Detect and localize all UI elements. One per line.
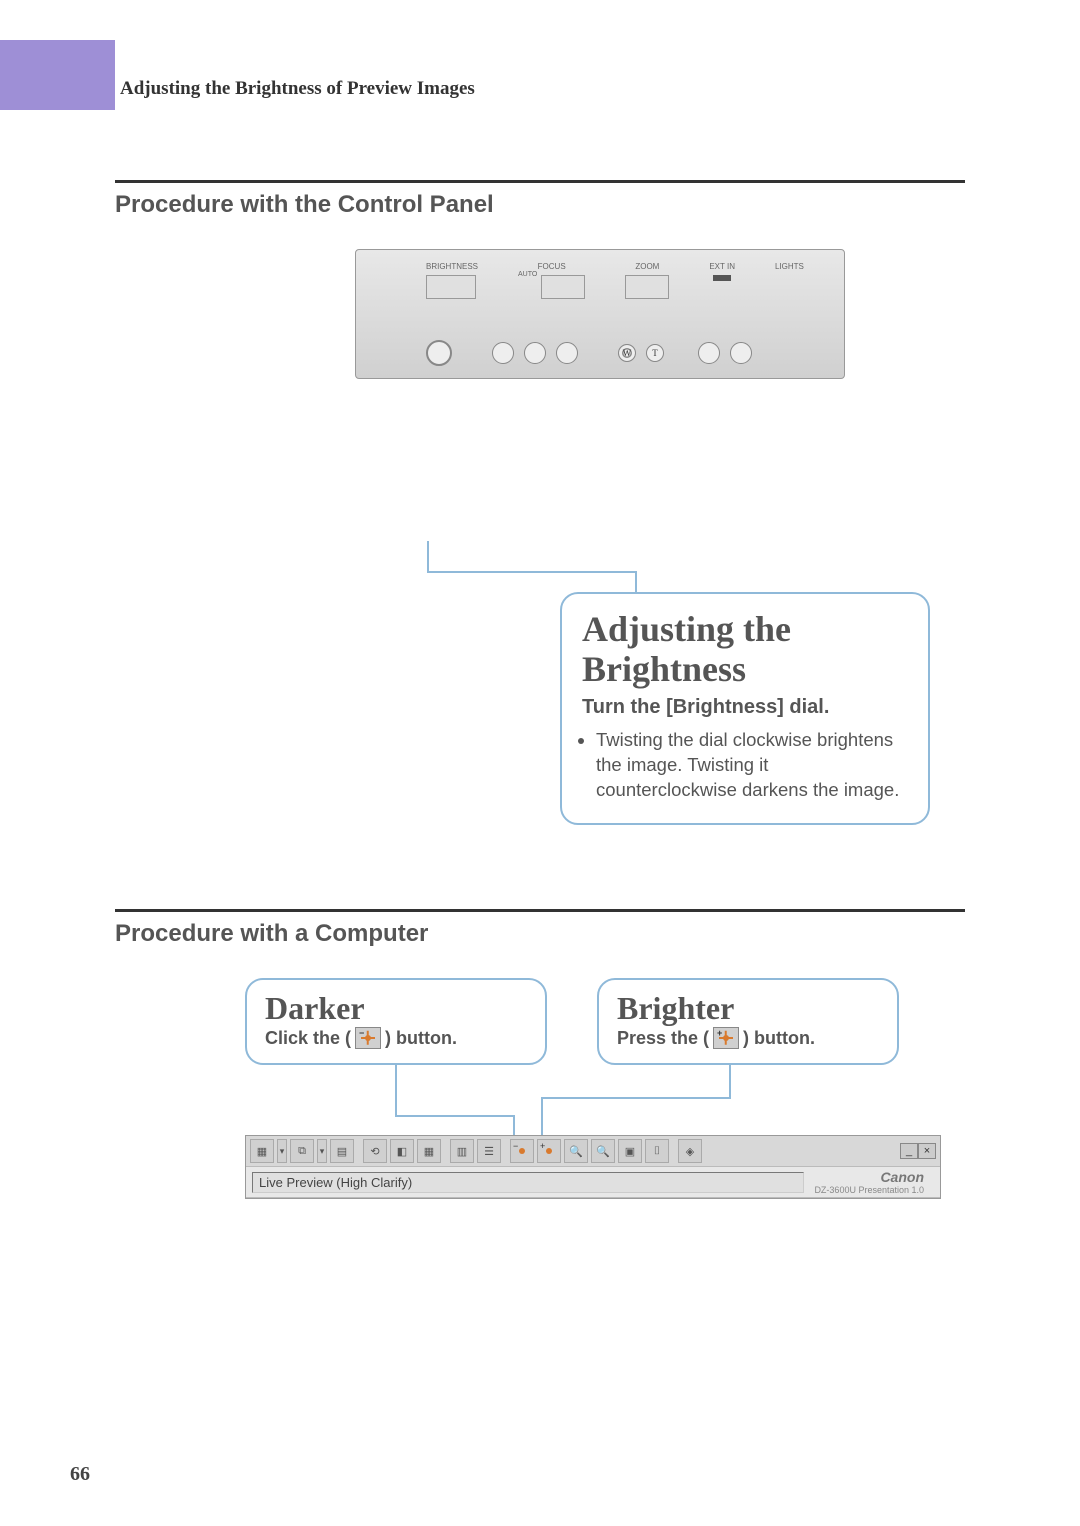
darker-text-pre: Click the ( xyxy=(265,1028,351,1049)
toolbar-button-3[interactable]: ▤ xyxy=(330,1139,354,1163)
divider xyxy=(115,909,965,912)
darker-text-post: ) button. xyxy=(385,1028,457,1049)
extin-button xyxy=(698,342,720,364)
software-toolbar-screenshot: ▦ ▾ ⧉ ▾ ▤ ⟲ ◧ ▦ ▥ ☰ − + 🔍 🔍 xyxy=(245,1135,941,1199)
section-heading-computer: Procedure with a Computer xyxy=(115,920,965,948)
toolbar-brightness-down-button[interactable]: − xyxy=(510,1139,534,1163)
brand-subtitle: DZ-3600U Presentation 1.0 xyxy=(814,1185,924,1195)
callout-darker-title: Darker xyxy=(265,990,527,1027)
brightness-down-icon: − xyxy=(355,1027,381,1049)
lights-button xyxy=(730,342,752,364)
callout-brighter-title: Brighter xyxy=(617,990,879,1027)
toolbar-button-10[interactable]: ⌷ xyxy=(645,1139,669,1163)
toolbar-status-text: Live Preview (High Clarify) xyxy=(252,1172,804,1193)
callout-adjusting-brightness: Adjusting the Brightness Turn the [Brigh… xyxy=(560,592,930,825)
focus-far-button xyxy=(556,342,578,364)
brightness-dial-icon xyxy=(426,340,452,366)
toolbar-dropdown-2[interactable]: ▾ xyxy=(317,1139,327,1163)
brighter-text-post: ) button. xyxy=(743,1028,815,1049)
toolbar-brand: Canon DZ-3600U Presentation 1.0 xyxy=(804,1169,934,1195)
window-close-button[interactable]: × xyxy=(918,1143,936,1159)
callout-bullet: Twisting the dial clockwise brightens th… xyxy=(596,728,908,803)
toolbar-button-4[interactable]: ⟲ xyxy=(363,1139,387,1163)
zoom-tele-button: T xyxy=(646,344,664,362)
control-panel-illustration: BRIGHTNESS FOCUS AUTO ZOOM EXT IN LIGHTS xyxy=(355,249,845,379)
toolbar-button-1[interactable]: ▦ xyxy=(250,1139,274,1163)
toolbar-button-8[interactable]: ☰ xyxy=(477,1139,501,1163)
label-zoom: ZOOM xyxy=(625,262,669,271)
leader-line xyxy=(635,571,637,593)
brighter-text-pre: Press the ( xyxy=(617,1028,709,1049)
page-header-title: Adjusting the Brightness of Preview Imag… xyxy=(120,78,475,100)
callout-darker: Darker Click the ( − ) button. xyxy=(245,978,547,1065)
toolbar-zoom-out-button[interactable]: 🔍 xyxy=(564,1139,588,1163)
toolbar-button-2[interactable]: ⧉ xyxy=(290,1139,314,1163)
focus-auto-button xyxy=(492,342,514,364)
toolbar-brightness-up-button[interactable]: + xyxy=(537,1139,561,1163)
callout-brighter: Brighter Press the ( + ) button. xyxy=(597,978,899,1065)
leader-line xyxy=(427,571,637,573)
callout-subtitle: Turn the [Brightness] dial. xyxy=(582,695,908,720)
brightness-up-icon: + xyxy=(713,1027,739,1049)
window-minimize-button[interactable]: _ xyxy=(900,1143,918,1159)
page-number: 66 xyxy=(70,1463,90,1486)
leader-line xyxy=(427,541,429,573)
label-extin: EXT IN xyxy=(709,262,735,271)
toolbar-button-9[interactable]: ▣ xyxy=(618,1139,642,1163)
page-tab-decor xyxy=(0,40,115,110)
label-focus: FOCUS xyxy=(518,262,585,271)
section-heading-control-panel: Procedure with the Control Panel xyxy=(115,191,965,219)
callout-title: Adjusting the Brightness xyxy=(582,610,908,689)
label-auto: AUTO xyxy=(518,271,537,278)
toolbar-button-5[interactable]: ◧ xyxy=(390,1139,414,1163)
toolbar-dropdown-1[interactable]: ▾ xyxy=(277,1139,287,1163)
toolbar-button-7[interactable]: ▥ xyxy=(450,1139,474,1163)
divider xyxy=(115,180,965,183)
label-lights: LIGHTS xyxy=(775,262,804,271)
focus-near-button xyxy=(524,342,546,364)
label-brightness: BRIGHTNESS xyxy=(426,262,478,271)
leader-lines-bottom xyxy=(245,1065,965,1135)
toolbar-zoom-in-button[interactable]: 🔍 xyxy=(591,1139,615,1163)
toolbar-button-11[interactable]: ◈ xyxy=(678,1139,702,1163)
zoom-wide-button: W xyxy=(618,344,636,362)
toolbar-button-6[interactable]: ▦ xyxy=(417,1139,441,1163)
brand-name: Canon xyxy=(814,1169,924,1185)
